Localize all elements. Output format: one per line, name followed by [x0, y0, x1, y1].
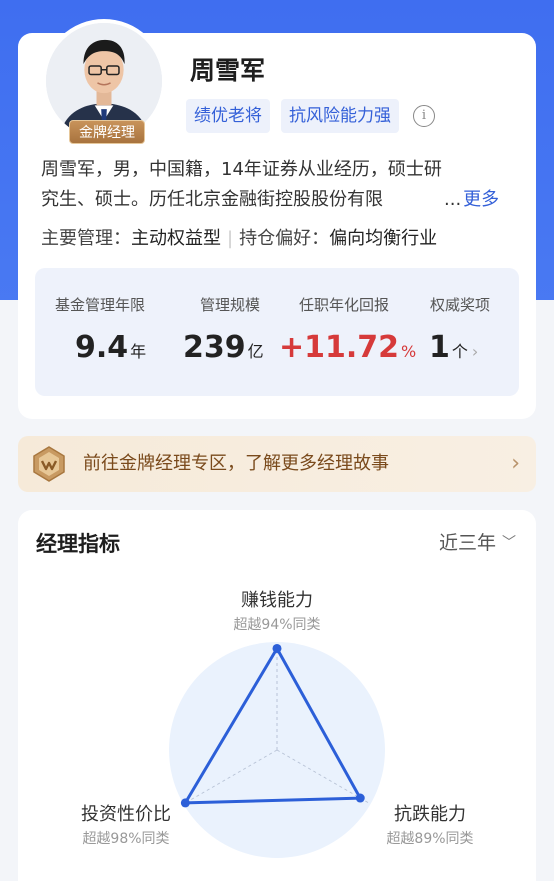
stat-unit: % — [401, 342, 417, 361]
axis-rank: 超越94%同类 — [233, 617, 321, 633]
axis-label-earning: 赚钱能力 超越94%同类 — [207, 586, 347, 634]
stat-number: 239 — [183, 330, 246, 365]
axis-rank: 超越98%同类 — [82, 831, 170, 847]
stat-value: 1 个 › — [429, 330, 478, 365]
stat-number: +11.72 — [279, 330, 400, 365]
stat-number: 9.4 — [75, 330, 129, 365]
stat-label: 基金管理年限 — [54, 296, 145, 314]
chevron-right-icon: › — [471, 342, 479, 361]
stat-label: 任职年化回报 — [298, 296, 389, 314]
tag-performance: 绩优老将 — [186, 99, 270, 133]
info-icon[interactable]: i — [413, 105, 435, 127]
gold-manager-badge: 金牌经理 — [69, 120, 145, 144]
stat-value: 9.4 年 — [75, 330, 146, 365]
gold-manager-zone-banner[interactable]: 前往金牌经理专区，了解更多经理故事 › — [18, 436, 536, 492]
stat-label: 权威奖项 — [429, 296, 490, 314]
manager-profile-card: 金牌经理 周雪军 绩优老将 抗风险能力强 i 周雪军，男，中国籍，14年证券从业… — [18, 19, 536, 419]
manager-metrics-card: 经理指标 近三年 ﹀ 赚钱能力 超越94%同类 抗跌能力 超越89%同类 投资性价… — [18, 510, 536, 881]
bio-line: 究生、硕士。历任北京金融街控股股份有限 — [41, 189, 383, 210]
axis-name: 投资性价比 — [81, 804, 171, 825]
stats-panel: 基金管理年限 9.4 年 管理规模 239 亿 任职年化回报 +11.72% 权威奖… — [35, 268, 519, 396]
radar-point — [272, 643, 282, 653]
divider: | — [227, 228, 234, 249]
axis-rank: 超越89%同类 — [386, 831, 474, 847]
stat-unit: 个 — [451, 342, 468, 361]
management-summary: 主要管理：主动权益型 | 持仓偏好：偏向均衡行业 — [41, 224, 437, 254]
axis-name: 赚钱能力 — [241, 590, 313, 611]
stat-number: 1 — [429, 330, 450, 365]
manager-bio: 周雪军，男，中国籍，14年证券从业经历，硕士研 究生、硕士。历任北京金融街控股股… — [41, 155, 511, 215]
stat-value: +11.72% — [279, 330, 416, 365]
radar-point — [355, 793, 365, 803]
stat-value: 239 亿 — [183, 330, 264, 365]
axis-name: 抗跌能力 — [394, 804, 466, 825]
axis-label-downside: 抗跌能力 超越89%同类 — [370, 800, 490, 848]
stat-label: 管理规模 — [199, 296, 260, 314]
holding-pref-label: 持仓偏好： — [239, 228, 330, 249]
manager-name: 周雪军 — [190, 56, 266, 85]
main-manage-label: 主要管理： — [41, 228, 131, 249]
axis-label-value: 投资性价比 超越98%同类 — [66, 800, 186, 848]
tag-risk-resistance: 抗风险能力强 — [281, 99, 399, 133]
more-link[interactable]: ... 更多 — [444, 185, 499, 215]
medal-icon — [33, 446, 65, 482]
bio-line: 周雪军，男，中国籍，14年证券从业经历，硕士研 — [41, 159, 442, 180]
chevron-right-icon: › — [511, 451, 520, 476]
more-label: 更多 — [463, 189, 500, 210]
stat-unit: 年 — [130, 342, 147, 361]
ellipsis: ... — [444, 189, 462, 210]
main-manage-value: 主动权益型 — [131, 228, 221, 249]
stat-unit: 亿 — [247, 342, 264, 361]
holding-pref-value: 偏向均衡行业 — [329, 228, 438, 249]
promo-text: 前往金牌经理专区，了解更多经理故事 — [83, 453, 389, 474]
